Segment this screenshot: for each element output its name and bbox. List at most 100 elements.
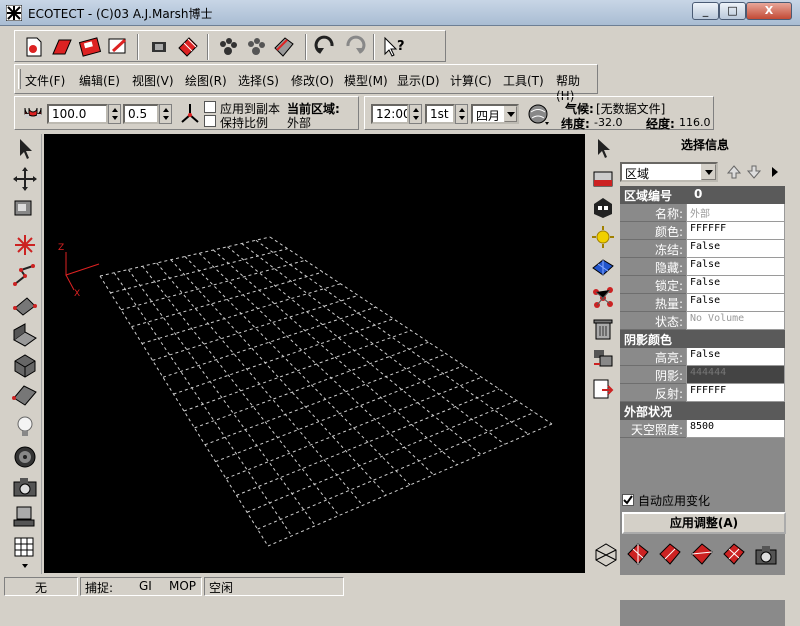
surface-tab-icon[interactable] — [590, 254, 616, 280]
menu-file[interactable]: 文件(F) — [25, 72, 65, 89]
menu-tools[interactable]: 工具(T) — [503, 72, 544, 89]
model-viewport[interactable]: Z X — [44, 134, 585, 573]
arrow-down-icon[interactable] — [746, 164, 762, 180]
scale-input[interactable]: 100.0 — [47, 104, 108, 124]
minimize-button[interactable]: _ — [692, 2, 719, 20]
camera-icon[interactable] — [11, 474, 39, 500]
object-type-dropdown-arrow[interactable] — [701, 164, 716, 180]
time-input[interactable]: 12:00 — [371, 104, 409, 124]
menu-draw[interactable]: 绘图(R) — [185, 72, 227, 89]
time-location-toolbar: 12:00 1st 四月 气候: [无数据文件] 纬度: -32.0 经度: 1… — [364, 96, 714, 131]
shade3-icon[interactable] — [688, 540, 716, 568]
render-icon[interactable] — [147, 34, 173, 60]
paw-icon[interactable] — [215, 34, 241, 60]
grid-icon[interactable] — [175, 34, 201, 60]
menu-modify[interactable]: 修改(O) — [291, 72, 334, 89]
frozen-value[interactable]: False — [686, 240, 785, 258]
time-spinner[interactable] — [409, 104, 422, 124]
selection-info-tab-icon[interactable] — [590, 136, 616, 162]
shade4-icon[interactable] — [720, 540, 748, 568]
menu-edit[interactable]: 编辑(E) — [79, 72, 120, 89]
menu-view[interactable]: 视图(V) — [132, 72, 174, 89]
shadow-value[interactable]: 444444 — [686, 366, 785, 384]
layers-tab-icon[interactable] — [590, 346, 616, 372]
transform-toolbar: 100.0 0.5 应用到副本 保持比例 当前区域: 外部 — [14, 96, 359, 130]
shade-icon[interactable] — [624, 540, 652, 568]
snap-mop[interactable]: MOP — [169, 579, 196, 593]
shade2-icon[interactable] — [656, 540, 684, 568]
prop-row-hidden: 隐藏: False — [620, 258, 785, 276]
wall-icon[interactable] — [11, 322, 39, 348]
roof-icon[interactable] — [11, 382, 39, 408]
hidden-value[interactable]: False — [686, 258, 785, 276]
trash-tab-icon[interactable] — [590, 316, 616, 342]
highlight-value[interactable]: False — [686, 348, 785, 366]
menu-display[interactable]: 显示(D) — [397, 72, 440, 89]
keep-ratio-checkbox[interactable] — [204, 115, 216, 127]
scale-spinner[interactable] — [108, 104, 121, 124]
thermal-value[interactable]: False — [686, 294, 785, 312]
plane-icon[interactable] — [11, 292, 39, 318]
export-icon[interactable] — [105, 34, 131, 60]
snap-label: 捕捉: — [85, 581, 114, 595]
more-tools-arrow[interactable] — [22, 564, 28, 568]
locked-value[interactable]: False — [686, 276, 785, 294]
apply-to-copy-checkbox[interactable] — [204, 101, 216, 113]
day-input[interactable]: 1st — [425, 104, 455, 124]
sky-illuminance-value[interactable]: 8500 — [686, 420, 785, 438]
axis-indicator: Z X — [58, 243, 100, 299]
zone-number-value: 0 — [694, 187, 703, 201]
close-button[interactable]: X — [746, 2, 792, 20]
sun-tab-icon[interactable] — [590, 224, 616, 250]
undo-icon[interactable] — [313, 34, 339, 60]
day-spinner[interactable] — [455, 104, 468, 124]
open-icon[interactable] — [49, 34, 75, 60]
appliance-icon[interactable] — [11, 504, 39, 530]
save-icon[interactable] — [77, 34, 103, 60]
camera-view-icon[interactable] — [752, 540, 780, 568]
building-tab-icon[interactable] — [590, 194, 616, 220]
zone-icon[interactable] — [11, 352, 39, 378]
light-icon[interactable] — [11, 414, 39, 440]
snap-gi[interactable]: GI — [139, 579, 152, 593]
prop-row-frozen: 冻结: False — [620, 240, 785, 258]
menu-model[interactable]: 模型(M) — [344, 72, 388, 89]
arrow-up-icon[interactable] — [726, 164, 742, 180]
grid-tool-icon[interactable] — [11, 534, 39, 560]
menu-select[interactable]: 选择(S) — [238, 72, 279, 89]
offset-spinner[interactable] — [159, 104, 172, 124]
pointer-icon[interactable] — [11, 136, 39, 162]
name-value[interactable]: 外部 — [686, 204, 785, 222]
apply-changes-button[interactable]: 应用调整(A) — [622, 512, 786, 534]
globe-icon[interactable] — [527, 103, 551, 127]
export-tab-icon[interactable] — [590, 376, 616, 402]
point-icon[interactable] — [11, 232, 39, 258]
book-icon[interactable] — [271, 34, 297, 60]
longitude-label: 经度: — [646, 117, 675, 131]
move-icon[interactable] — [11, 166, 39, 192]
help-icon[interactable]: ? — [381, 34, 407, 60]
line-icon[interactable] — [11, 262, 39, 288]
longitude-value: 116.0 — [679, 116, 711, 129]
title-bar: ECOTECT - (C)03 A.J.Marsh博士 _ □ X — [0, 0, 800, 26]
offset-input[interactable]: 0.5 — [123, 104, 159, 124]
object-type-select[interactable]: 区域 — [620, 162, 718, 182]
panel-menu-arrow-icon[interactable] — [770, 166, 780, 178]
menu-calculate[interactable]: 计算(C) — [450, 72, 492, 89]
auto-apply-checkbox[interactable] — [622, 494, 634, 506]
material-tab-icon[interactable] — [590, 166, 616, 192]
reflect-value[interactable]: FFFFFF — [686, 384, 785, 402]
network-tab-icon[interactable] — [590, 284, 616, 310]
paw2-icon[interactable] — [243, 34, 269, 60]
new-icon[interactable] — [21, 34, 47, 60]
magnet-icon[interactable] — [19, 100, 47, 128]
month-dropdown-arrow[interactable] — [504, 106, 517, 122]
speaker-icon[interactable] — [11, 444, 39, 470]
color-value[interactable]: FFFFFF — [686, 222, 785, 240]
axis-icon[interactable] — [179, 102, 201, 126]
redo-icon[interactable] — [341, 34, 367, 60]
maximize-button[interactable]: □ — [719, 2, 746, 20]
wireframe-icon[interactable] — [592, 540, 620, 568]
window-title: ECOTECT - (C)03 A.J.Marsh博士 — [28, 7, 213, 21]
zoom-icon[interactable] — [11, 196, 39, 222]
